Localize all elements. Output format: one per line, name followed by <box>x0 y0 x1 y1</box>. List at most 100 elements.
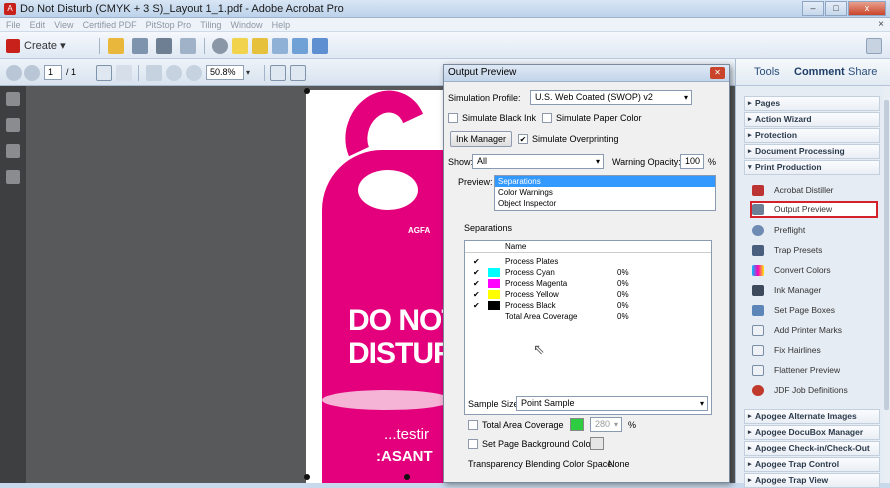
close-document-icon[interactable]: × <box>878 18 884 32</box>
settings-button[interactable] <box>212 37 228 54</box>
select-tool-button[interactable] <box>96 64 112 81</box>
fit-page-button[interactable] <box>270 64 286 81</box>
attachments-icon[interactable] <box>6 144 20 158</box>
separation-row[interactable]: Total Area Coverage 0% <box>465 312 711 321</box>
expand-button[interactable] <box>866 37 882 54</box>
separation-row[interactable]: ✔ Process Black 0% <box>465 301 711 310</box>
maximize-button[interactable]: □ <box>825 1 847 16</box>
zoom-dropdown-button[interactable]: ▾ <box>246 64 250 81</box>
separation-checkbox[interactable]: ✔ <box>473 301 480 310</box>
sample-size-select[interactable]: Point Sample ▾ <box>516 396 708 411</box>
tool-add-printer-marks[interactable]: Add Printer Marks <box>750 322 878 339</box>
zoom-level-select[interactable]: 50.8% <box>206 65 244 80</box>
coverage-color-swatch[interactable] <box>570 418 584 431</box>
warning-opacity-input[interactable]: 100 <box>680 154 704 169</box>
separation-checkbox[interactable]: ✔ <box>473 290 480 299</box>
page-thumbnails-icon[interactable] <box>6 92 20 106</box>
tool-preflight[interactable]: Preflight <box>750 222 878 239</box>
tool-flattener-preview[interactable]: Flattener Preview <box>750 362 878 379</box>
menu-pitstop-pro[interactable]: PitStop Pro <box>146 18 192 32</box>
coverage-percent-input[interactable]: 280 ▾ <box>590 417 622 432</box>
tab-share[interactable]: Share <box>848 66 877 78</box>
tool-jdf-job-definitions[interactable]: JDF Job Definitions <box>750 382 878 399</box>
tab-comment[interactable]: Comment <box>794 66 845 78</box>
section-apogee-docubox-manager[interactable]: ▸ Apogee DocuBox Manager <box>744 425 880 440</box>
full-screen-button[interactable] <box>290 64 306 81</box>
close-window-button[interactable]: x <box>848 1 886 16</box>
crop-handle[interactable] <box>304 88 310 94</box>
tool-output-preview[interactable]: Output Preview <box>750 201 878 218</box>
separation-row[interactable]: ✔ Process Cyan 0% <box>465 268 711 277</box>
section-apogee-alternate-images[interactable]: ▸ Apogee Alternate Images <box>744 409 880 424</box>
background-color-swatch[interactable] <box>590 437 604 450</box>
ink-manager-button[interactable]: Ink Manager <box>450 131 512 147</box>
close-icon[interactable]: ✕ <box>710 67 725 79</box>
zoom-out-button[interactable] <box>166 64 182 81</box>
menu-edit[interactable]: Edit <box>30 18 46 32</box>
section-pages[interactable]: ▸ Pages <box>744 96 880 111</box>
section-apogee-check-in-out[interactable]: ▸ Apogee Check-in/Check-Out <box>744 441 880 456</box>
create-button[interactable]: Create ▾ <box>6 37 66 54</box>
preview-option-object-inspector[interactable]: Object Inspector <box>495 198 715 209</box>
marquee-zoom-button[interactable] <box>146 64 162 81</box>
tool-convert-colors[interactable]: Convert Colors <box>750 262 878 279</box>
menu-help[interactable]: Help <box>272 18 291 32</box>
simulate-black-ink-checkbox[interactable] <box>448 113 458 123</box>
separation-row[interactable]: ✔ Process Plates <box>465 257 711 266</box>
attach-button[interactable] <box>272 37 288 54</box>
next-page-button[interactable] <box>24 64 40 81</box>
preview-listbox[interactable]: Separations Color Warnings Object Inspec… <box>494 175 716 211</box>
separation-percent: 0% <box>617 312 629 321</box>
comment-button[interactable] <box>232 37 248 54</box>
previous-page-button[interactable] <box>6 64 22 81</box>
crop-handle[interactable] <box>304 474 310 480</box>
pane-scrollbar[interactable] <box>883 86 890 483</box>
hand-tool-button[interactable] <box>116 64 132 81</box>
highlight-button[interactable] <box>252 37 268 54</box>
tool-set-page-boxes[interactable]: Set Page Boxes <box>750 302 878 319</box>
tool-acrobat-distiller[interactable]: Acrobat Distiller <box>750 182 878 199</box>
menu-view[interactable]: View <box>54 18 73 32</box>
show-select[interactable]: All ▾ <box>472 154 604 169</box>
section-protection[interactable]: ▸ Protection <box>744 128 880 143</box>
menu-tiling[interactable]: Tiling <box>200 18 221 32</box>
section-document-processing[interactable]: ▸ Document Processing <box>744 144 880 159</box>
dialog-title-bar[interactable]: Output Preview ✕ <box>444 65 729 82</box>
separation-row[interactable]: ✔ Process Yellow 0% <box>465 290 711 299</box>
bookmarks-icon[interactable] <box>6 118 20 132</box>
combine-button[interactable] <box>312 37 328 54</box>
minimize-button[interactable]: – <box>802 1 824 16</box>
open-folder-button[interactable] <box>108 37 124 54</box>
page-number-input[interactable]: 1 <box>44 65 62 80</box>
separation-row[interactable]: ✔ Process Magenta 0% <box>465 279 711 288</box>
tab-tools[interactable]: Tools <box>754 66 780 78</box>
export-button[interactable] <box>292 37 308 54</box>
simulate-overprinting-checkbox[interactable]: ✔ <box>518 134 528 144</box>
menu-window[interactable]: Window <box>231 18 263 32</box>
menu-certified-pdf[interactable]: Certified PDF <box>83 18 137 32</box>
preview-option-separations[interactable]: Separations <box>495 176 715 187</box>
crop-handle[interactable] <box>404 474 410 480</box>
section-apogee-trap-view[interactable]: ▸ Apogee Trap View <box>744 473 880 488</box>
separation-checkbox[interactable]: ✔ <box>473 279 480 288</box>
section-apogee-trap-control[interactable]: ▸ Apogee Trap Control <box>744 457 880 472</box>
preview-option-color-warnings[interactable]: Color Warnings <box>495 187 715 198</box>
separation-checkbox[interactable]: ✔ <box>473 268 480 277</box>
signatures-icon[interactable] <box>6 170 20 184</box>
email-button[interactable] <box>180 37 196 54</box>
tool-fix-hairlines[interactable]: Fix Hairlines <box>750 342 878 359</box>
scrollbar-thumb[interactable] <box>884 100 889 410</box>
save-button[interactable] <box>132 37 148 54</box>
tool-trap-presets[interactable]: Trap Presets <box>750 242 878 259</box>
total-area-coverage-checkbox[interactable] <box>468 420 478 430</box>
tool-ink-manager[interactable]: Ink Manager <box>750 282 878 299</box>
simulation-profile-select[interactable]: U.S. Web Coated (SWOP) v2 ▾ <box>530 90 692 105</box>
zoom-in-button[interactable] <box>186 64 202 81</box>
section-print-production[interactable]: ▾ Print Production <box>744 160 880 175</box>
print-button[interactable] <box>156 37 172 54</box>
simulate-paper-color-checkbox[interactable] <box>542 113 552 123</box>
separation-checkbox[interactable]: ✔ <box>473 257 480 266</box>
menu-file[interactable]: File <box>6 18 21 32</box>
set-page-background-checkbox[interactable] <box>468 439 478 449</box>
section-action-wizard[interactable]: ▸ Action Wizard <box>744 112 880 127</box>
